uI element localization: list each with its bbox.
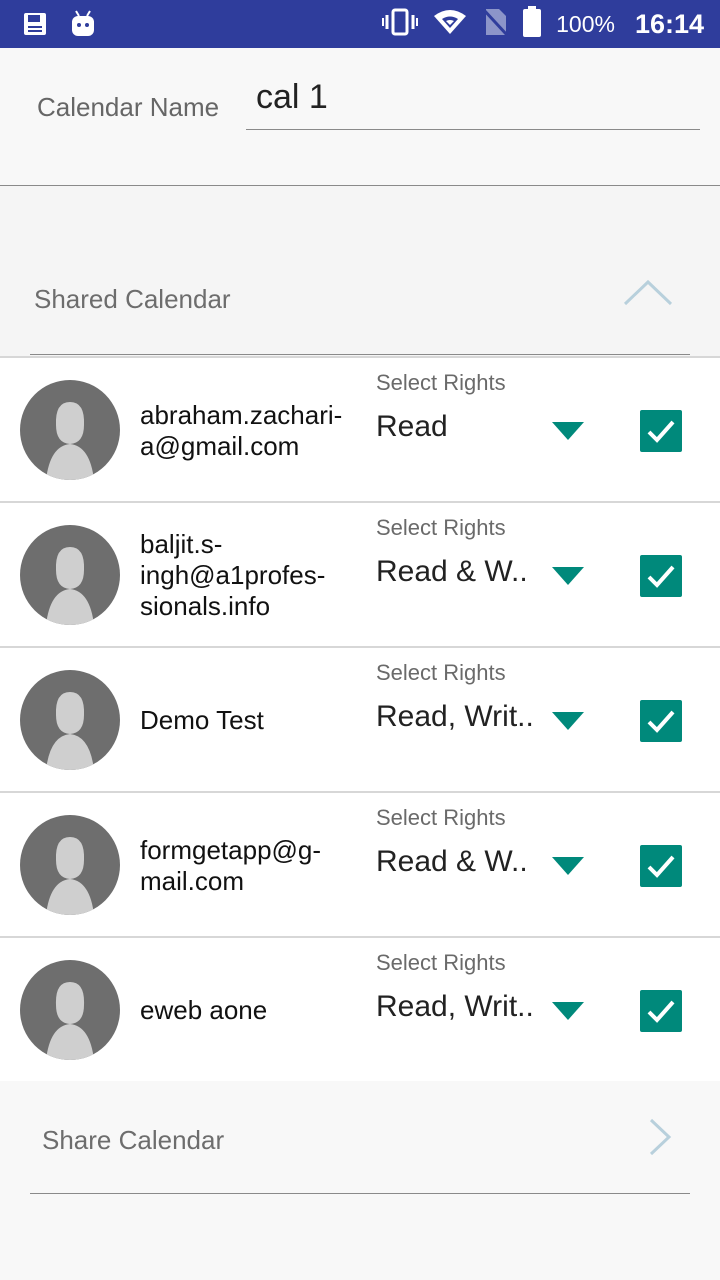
user-email: baljit.s- ingh@a1profes- sionals.info bbox=[140, 529, 326, 621]
calendar-name-input[interactable]: cal 1 bbox=[246, 76, 700, 130]
avatar bbox=[20, 815, 120, 915]
shared-users-list: abraham.zachari- a@gmail.com Select Righ… bbox=[0, 356, 720, 1081]
vibrate-icon bbox=[382, 8, 419, 41]
avatar bbox=[20, 380, 120, 480]
checkmark-icon bbox=[647, 1000, 675, 1023]
user-email: eweb aone bbox=[140, 995, 268, 1025]
dropdown-arrow-icon[interactable] bbox=[552, 857, 584, 875]
wifi-icon bbox=[432, 8, 468, 41]
rights-select[interactable]: Read, Writ.. bbox=[376, 700, 534, 734]
dropdown-arrow-icon[interactable] bbox=[552, 422, 584, 440]
list-item: abraham.zachari- a@gmail.com Select Righ… bbox=[0, 356, 720, 501]
share-checkbox[interactable] bbox=[640, 990, 682, 1032]
battery-icon bbox=[522, 5, 542, 43]
clock: 16:14 bbox=[634, 8, 704, 39]
dropdown-arrow-icon[interactable] bbox=[552, 1002, 584, 1020]
battery-percent: 100% bbox=[556, 10, 615, 37]
shared-calendar-header[interactable]: Shared Calendar bbox=[0, 187, 720, 355]
calendar-name-value: cal 1 bbox=[256, 78, 328, 116]
share-checkbox[interactable] bbox=[640, 555, 682, 597]
list-item: formgetapp@g- mail.com Select Rights Rea… bbox=[0, 791, 720, 936]
select-rights-label: Select Rights bbox=[376, 950, 506, 975]
select-rights-label: Select Rights bbox=[376, 515, 506, 540]
user-email: abraham.zachari- a@gmail.com bbox=[140, 399, 343, 461]
rights-select[interactable]: Read & W.. bbox=[376, 555, 528, 589]
shared-calendar-title: Shared Calendar bbox=[34, 284, 231, 314]
avatar bbox=[20, 670, 120, 770]
share-calendar-section: Share Calendar bbox=[0, 1081, 720, 1280]
calendar-name-label: Calendar Name bbox=[37, 92, 220, 122]
user-email: formgetapp@g- mail.com bbox=[140, 834, 322, 896]
avatar bbox=[20, 960, 120, 1060]
select-rights-label: Select Rights bbox=[376, 660, 506, 685]
select-rights-label: Select Rights bbox=[376, 370, 506, 395]
dropdown-arrow-icon[interactable] bbox=[552, 712, 584, 730]
android-icon bbox=[70, 10, 96, 43]
checkmark-icon bbox=[647, 710, 675, 733]
list-item: eweb aone Select Rights Read, Writ.. bbox=[0, 936, 720, 1081]
checkmark-icon bbox=[647, 855, 675, 878]
dropdown-arrow-icon[interactable] bbox=[552, 567, 584, 585]
status-bar: 100% 16:14 bbox=[0, 0, 720, 48]
avatar bbox=[20, 525, 120, 625]
share-checkbox[interactable] bbox=[640, 410, 682, 452]
share-calendar-button[interactable]: Share Calendar bbox=[42, 1125, 224, 1156]
chevron-up-icon[interactable] bbox=[622, 277, 674, 307]
divider bbox=[30, 1193, 690, 1194]
checkmark-icon bbox=[647, 420, 675, 443]
divider bbox=[30, 354, 690, 355]
share-checkbox[interactable] bbox=[640, 845, 682, 887]
list-item: baljit.s- ingh@a1profes- sionals.info Se… bbox=[0, 501, 720, 646]
user-email: Demo Test bbox=[140, 705, 264, 735]
rights-select[interactable]: Read & W.. bbox=[376, 845, 528, 879]
share-checkbox[interactable] bbox=[640, 700, 682, 742]
select-rights-label: Select Rights bbox=[376, 805, 506, 830]
rights-select[interactable]: Read, Writ.. bbox=[376, 990, 534, 1024]
calendar-name-section: Calendar Name cal 1 bbox=[0, 48, 720, 186]
chevron-right-icon[interactable] bbox=[648, 1117, 672, 1157]
no-sim-icon bbox=[482, 7, 509, 42]
checkmark-icon bbox=[647, 565, 675, 588]
list-item: Demo Test Select Rights Read, Writ.. bbox=[0, 646, 720, 791]
save-icon bbox=[22, 11, 48, 42]
rights-select[interactable]: Read bbox=[376, 410, 448, 444]
